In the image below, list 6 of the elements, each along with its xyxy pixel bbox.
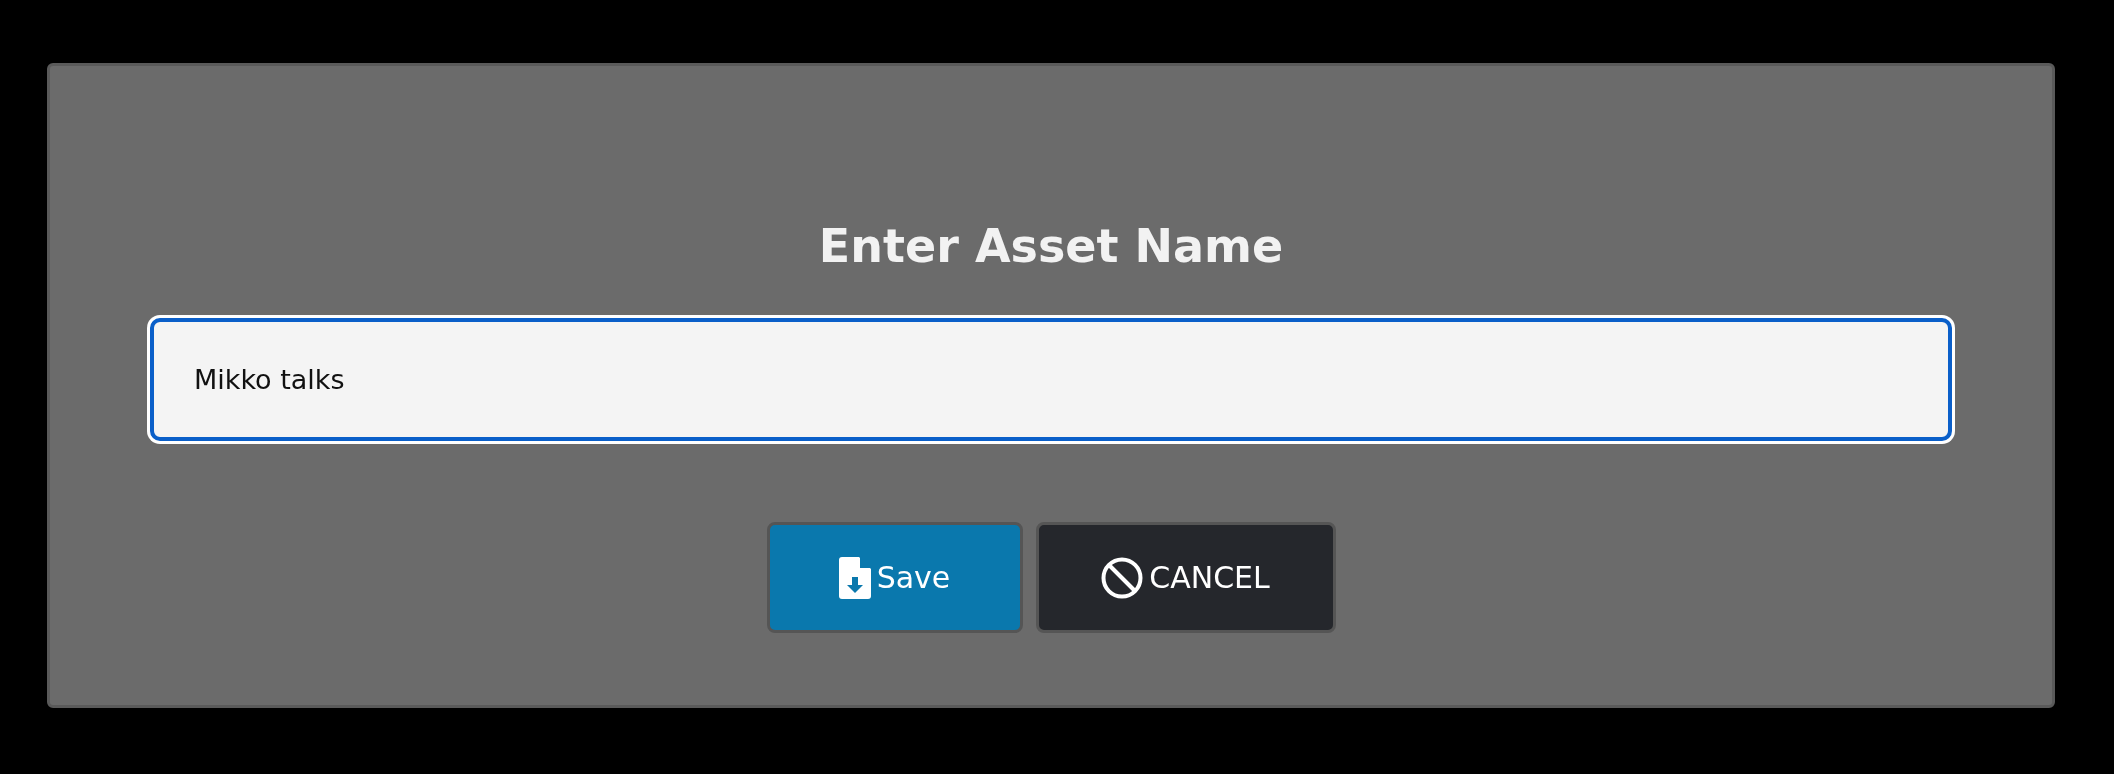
save-button[interactable]: Save: [766, 522, 1023, 633]
asset-name-field[interactable]: Mikko talks: [150, 318, 1952, 441]
file-download-icon: [838, 556, 871, 599]
ban-icon: [1101, 556, 1144, 599]
cancel-button[interactable]: CANCEL: [1035, 522, 1336, 633]
dialog-title: Enter Asset Name: [817, 218, 1285, 275]
